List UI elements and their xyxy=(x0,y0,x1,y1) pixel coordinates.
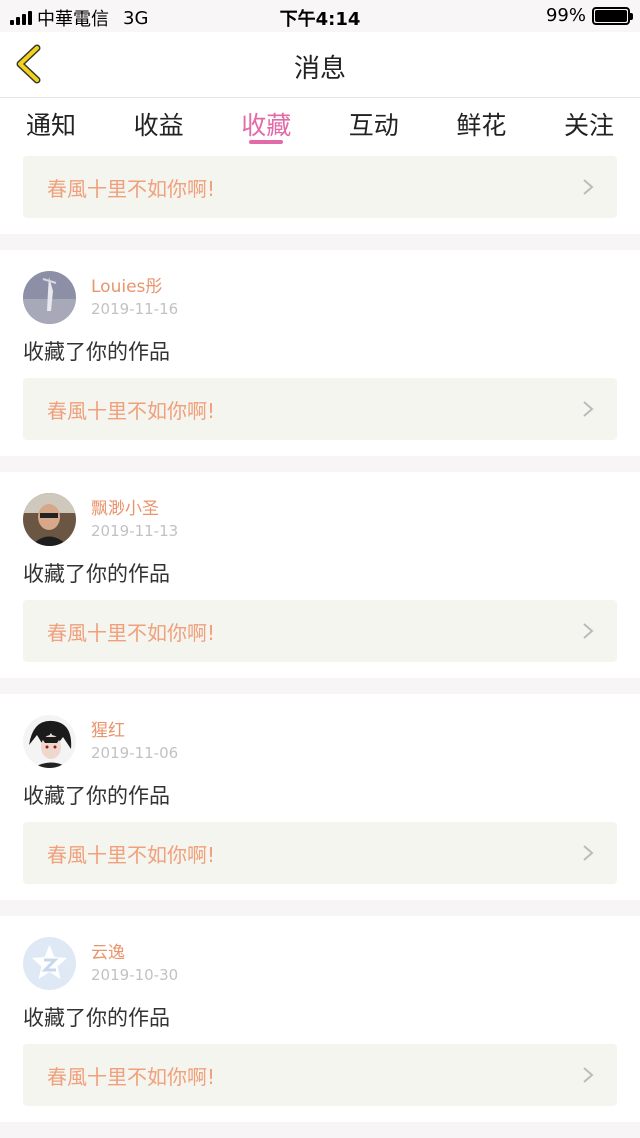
page-title: 消息 xyxy=(293,54,346,84)
avatar[interactable] xyxy=(23,936,76,990)
date: 2019-11-16 xyxy=(91,299,179,318)
user-info: 云逸 2019-10-30 xyxy=(91,942,178,985)
message-list: 春風十里不如你啊! Louies彤 2019-11-16 收藏了你的作品 春風十… xyxy=(0,150,640,1138)
work-title: 春風十里不如你啊! xyxy=(47,842,216,867)
status-right: 99% xyxy=(545,5,633,26)
work-link[interactable]: 春風十里不如你啊! xyxy=(23,1044,617,1106)
date: 2019-11-06 xyxy=(91,743,179,762)
username[interactable]: 云逸 xyxy=(91,942,178,964)
user-row: 云逸 2019-10-30 xyxy=(23,936,617,990)
tab-flowers[interactable]: 鲜花 xyxy=(456,98,506,150)
tab-earnings[interactable]: 收益 xyxy=(134,98,184,150)
user-row: Louies彤 2019-11-16 xyxy=(23,270,617,324)
status-bar: 中華電信 3G 下午4:14 99% xyxy=(0,0,640,32)
username[interactable]: Louies彤 xyxy=(91,276,178,298)
user-info: 飘渺小圣 2019-11-13 xyxy=(91,498,178,541)
work-title: 春風十里不如你啊! xyxy=(47,398,216,423)
list-item: 云逸 2019-10-30 收藏了你的作品 春風十里不如你啊! xyxy=(0,916,640,1122)
user-info: 猩红 2019-11-06 xyxy=(91,720,178,763)
date: 2019-10-30 xyxy=(91,965,179,984)
list-item: Louies彤 2019-11-16 收藏了你的作品 春風十里不如你啊! xyxy=(0,250,640,456)
avatar[interactable] xyxy=(23,492,76,546)
signal-icon xyxy=(10,11,32,25)
action-text: 收藏了你的作品 xyxy=(23,340,170,364)
nav-bar: 消息 xyxy=(0,32,640,98)
work-title: 春風十里不如你啊! xyxy=(47,620,216,645)
chevron-right-icon xyxy=(583,845,594,861)
list-item: 猩红 2019-11-06 收藏了你的作品 春風十里不如你啊! xyxy=(0,694,640,900)
user-row: 飘渺小圣 2019-11-13 xyxy=(23,492,617,546)
avatar[interactable] xyxy=(23,714,76,768)
chevron-right-icon xyxy=(583,179,594,195)
carrier-name: 中華電信 xyxy=(37,9,109,30)
list-item: 春風十里不如你啊! xyxy=(0,150,640,234)
tab-bar: 通知 收益 收藏 互动 鲜花 关注 xyxy=(0,98,640,150)
chevron-right-icon xyxy=(583,623,594,639)
work-title: 春風十里不如你啊! xyxy=(47,176,216,201)
list-item: 飘渺小圣 2019-11-13 收藏了你的作品 春風十里不如你啊! xyxy=(0,472,640,678)
chevron-right-icon xyxy=(583,1067,594,1083)
chevron-right-icon xyxy=(583,401,594,417)
username[interactable]: 飘渺小圣 xyxy=(91,498,178,520)
avatar[interactable] xyxy=(23,270,76,324)
work-link[interactable]: 春風十里不如你啊! xyxy=(23,378,617,440)
work-title: 春風十里不如你啊! xyxy=(47,1064,216,1089)
user-row: 猩红 2019-11-06 xyxy=(23,714,617,768)
username[interactable]: 猩红 xyxy=(91,720,178,742)
tab-notifications[interactable]: 通知 xyxy=(26,98,76,150)
battery-percent: 99% xyxy=(545,5,586,26)
battery-icon xyxy=(592,6,633,25)
work-link[interactable]: 春風十里不如你啊! xyxy=(23,156,617,218)
action-text: 收藏了你的作品 xyxy=(23,1006,170,1030)
action-text: 收藏了你的作品 xyxy=(23,784,170,808)
work-link[interactable]: 春風十里不如你啊! xyxy=(23,822,617,884)
tab-interactions[interactable]: 互动 xyxy=(349,98,399,150)
back-button[interactable] xyxy=(12,44,48,84)
work-link[interactable]: 春風十里不如你啊! xyxy=(23,600,617,662)
tab-follows[interactable]: 关注 xyxy=(564,98,614,150)
battery-fill xyxy=(595,9,627,22)
network-type: 3G xyxy=(123,7,149,29)
status-left: 中華電信 3G xyxy=(10,5,148,31)
back-arrow-icon xyxy=(16,44,41,84)
user-info: Louies彤 2019-11-16 xyxy=(91,276,178,319)
date: 2019-11-13 xyxy=(91,521,179,540)
tab-favorites[interactable]: 收藏 xyxy=(241,98,291,150)
action-text: 收藏了你的作品 xyxy=(23,562,170,586)
